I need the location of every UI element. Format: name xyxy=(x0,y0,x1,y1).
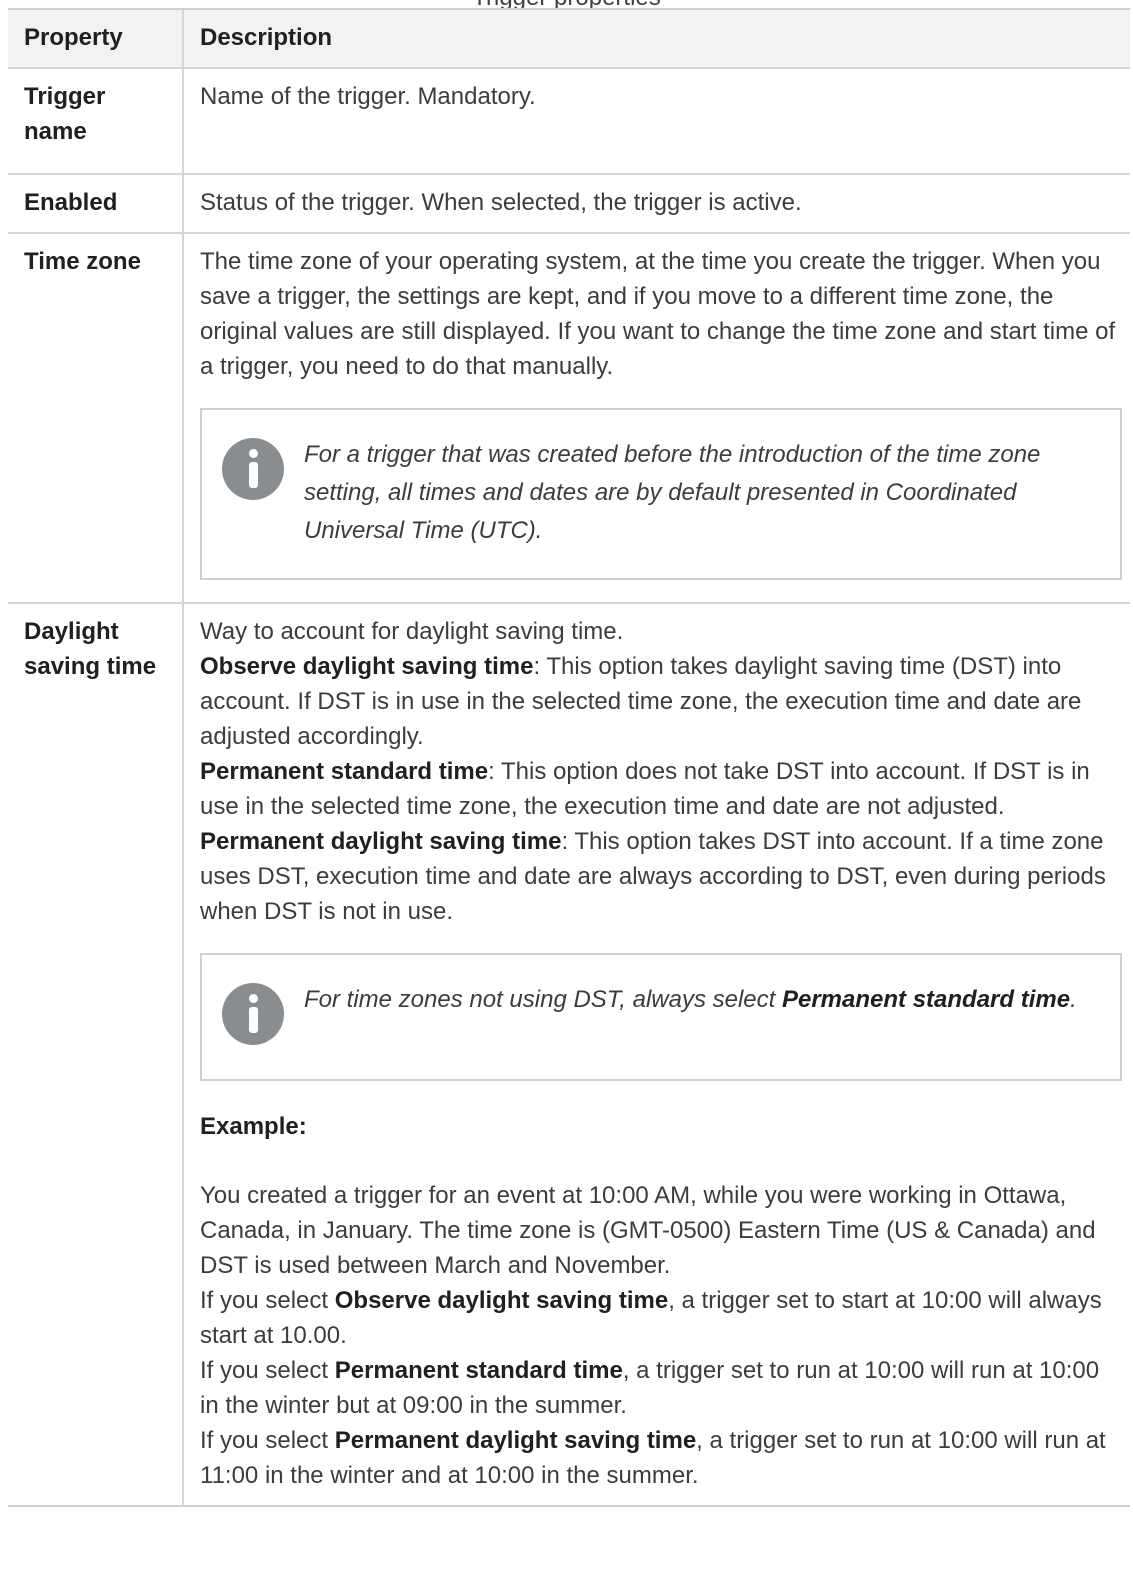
dst-intro: Way to account for daylight saving time. xyxy=(200,618,624,645)
note-box: For time zones not using DST, always sel… xyxy=(200,953,1122,1081)
table-row-enabled: Enabled Status of the trigger. When sele… xyxy=(8,173,1130,232)
table-row-time-zone: Time zone The time zone of your operatin… xyxy=(8,232,1130,602)
table-row-trigger-name: Trigger name Name of the trigger. Mandat… xyxy=(8,67,1130,173)
example-heading: Example: xyxy=(200,1109,1122,1144)
trigger-properties-table: Property Description Trigger name Name o… xyxy=(8,8,1130,1507)
option-label: Observe daylight saving time xyxy=(200,653,534,680)
description-cell: Name of the trigger. Mandatory. xyxy=(200,83,536,110)
property-cell: Daylight saving time xyxy=(8,604,184,1505)
example-option-label: Observe daylight saving time xyxy=(334,1287,669,1314)
example-permanent-standard: If you select Permanent standard time, a… xyxy=(200,1353,1122,1423)
dst-option-permanent-daylight: Permanent daylight saving time: This opt… xyxy=(200,824,1122,929)
example-option-label: Permanent standard time xyxy=(334,1357,623,1384)
header-description: Description xyxy=(184,10,1130,67)
note-text: For a trigger that was created before th… xyxy=(304,441,1041,544)
option-label: Permanent standard time xyxy=(200,758,489,785)
note-text: For time zones not using DST, always sel… xyxy=(304,981,1077,1019)
header-property: Property xyxy=(8,10,184,67)
note-text-pre: For time zones not using DST, always sel… xyxy=(304,986,782,1013)
note-text-bold: Permanent standard time xyxy=(781,986,1071,1013)
info-icon xyxy=(222,438,284,500)
note-box: For a trigger that was created before th… xyxy=(200,408,1122,580)
table-header-row: Property Description xyxy=(8,10,1130,67)
note-text-post: . xyxy=(1070,986,1077,1013)
dst-option-permanent-standard: Permanent standard time: This option doe… xyxy=(200,754,1122,824)
time-zone-description: The time zone of your operating system, … xyxy=(200,248,1116,380)
example-permanent-daylight: If you select Permanent daylight saving … xyxy=(200,1423,1122,1493)
example-observe: If you select Observe daylight saving ti… xyxy=(200,1283,1122,1353)
property-cell: Enabled xyxy=(8,175,184,232)
example-text-pre: If you select xyxy=(200,1357,335,1384)
example-heading-text: Example: xyxy=(200,1113,307,1140)
description-cell: Status of the trigger. When selected, th… xyxy=(200,189,802,216)
property-cell: Time zone xyxy=(8,234,184,602)
example-option-label: Permanent daylight saving time xyxy=(334,1427,697,1454)
dst-option-observe: Observe daylight saving time: This optio… xyxy=(200,649,1122,754)
example-text-pre: If you select xyxy=(200,1427,335,1454)
description-cell: Way to account for daylight saving time.… xyxy=(184,604,1130,1505)
example-intro: You created a trigger for an event at 10… xyxy=(200,1182,1096,1279)
description-cell: The time zone of your operating system, … xyxy=(184,234,1130,602)
table-row-daylight-saving-time: Daylight saving time Way to account for … xyxy=(8,602,1130,1505)
info-icon xyxy=(222,983,284,1045)
option-label: Permanent daylight saving time xyxy=(200,828,562,855)
property-cell: Trigger name xyxy=(8,69,184,173)
example-text-pre: If you select xyxy=(200,1287,335,1314)
